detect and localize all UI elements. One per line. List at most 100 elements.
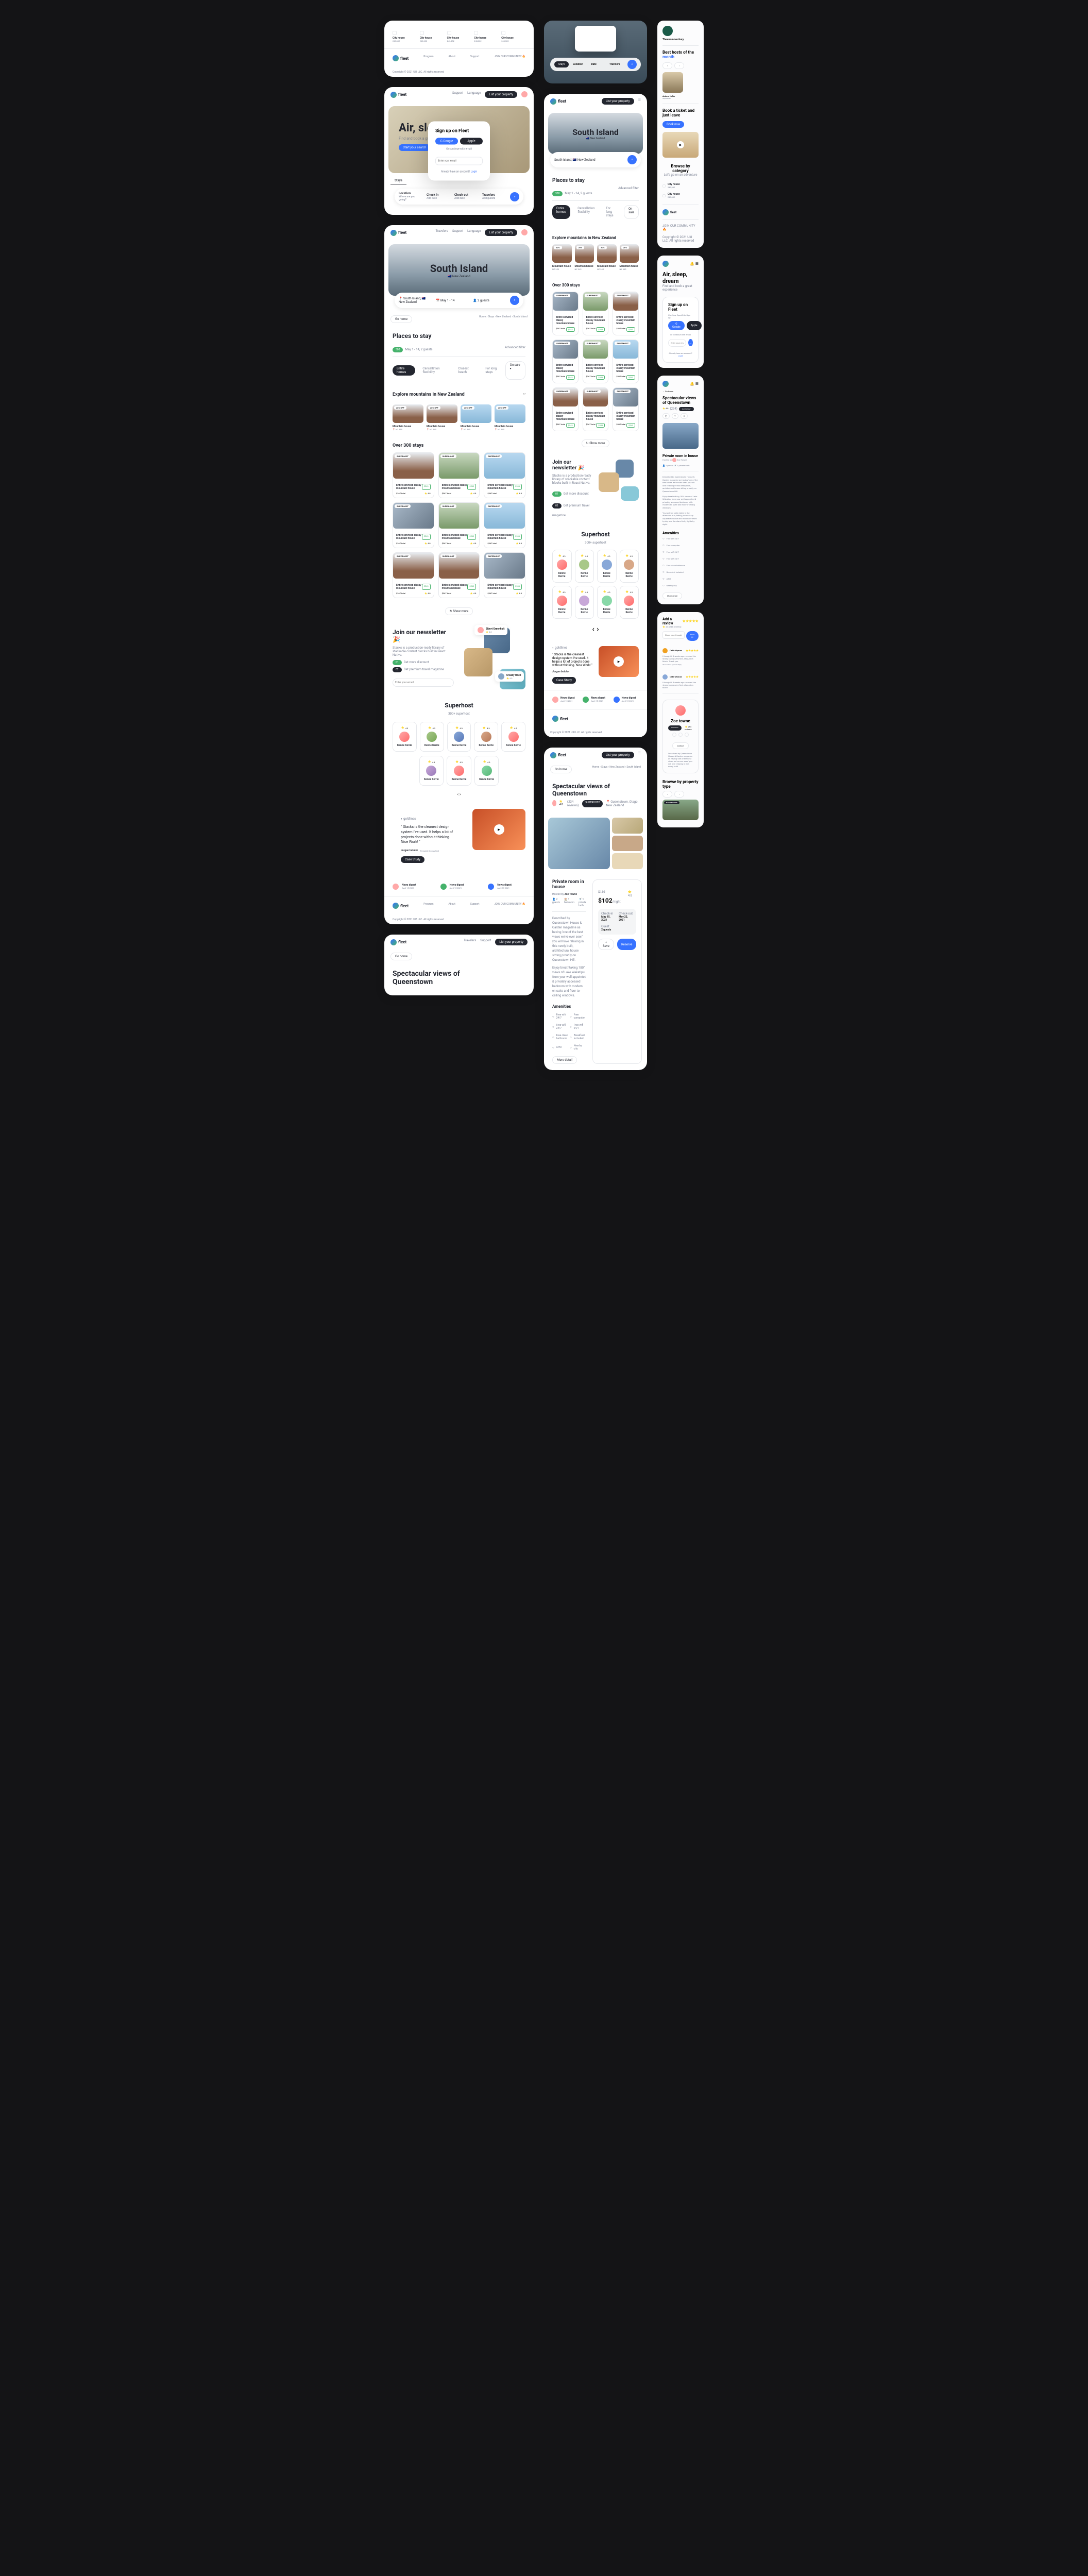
stay-card[interactable]: SUPERHOSTEntire serviced classy mountain… <box>438 552 480 598</box>
stay-card[interactable]: SUPERHOSTEntire serviced classy mountain… <box>484 452 525 498</box>
host-tile[interactable]: Antone HellerGaylordside <box>662 72 683 99</box>
stay-card[interactable]: SUPERHOSTEntire serviced classy mountain… <box>438 502 480 548</box>
stay-card[interactable]: SUPERHOSTEntire serviced classy mountain… <box>552 387 579 431</box>
search-date[interactable]: 📅 May 1 - 14 <box>436 299 468 302</box>
stay-card[interactable]: SUPERHOSTEntire serviced classy mountain… <box>484 552 525 598</box>
explore-card[interactable]: 20%Mountain houseNZ 345 <box>620 244 639 270</box>
more-detail-button[interactable]: More detail <box>552 1056 577 1064</box>
stay-card[interactable]: SUPERHOSTEntire serviced classy mountain… <box>484 502 525 548</box>
explore-card[interactable]: 20%Mountain houseNZ 345 <box>597 244 617 270</box>
host-card[interactable]: ⭐4.9Kenne Kerrie <box>474 756 499 786</box>
google-button[interactable]: G Google <box>435 138 458 145</box>
contact-button[interactable]: Contact <box>672 742 689 749</box>
stay-card[interactable]: SUPERHOSTEntire serviced classy mountain… <box>393 502 434 548</box>
logo[interactable]: fleet <box>550 98 566 105</box>
search-guests[interactable]: 👤 2 guests <box>473 299 505 302</box>
host-card[interactable]: ⭐4.9Kenne Kerrie <box>447 722 471 752</box>
logo[interactable]: fleet <box>390 230 406 236</box>
stay-card[interactable]: SUPERHOSTEntire serviced classy mountain… <box>613 292 639 335</box>
search-travelers[interactable]: TravelersAdd guests <box>482 193 505 200</box>
go-home-button[interactable]: Go home <box>390 315 412 323</box>
avatar[interactable] <box>521 229 528 235</box>
newsletter-input[interactable] <box>393 679 454 687</box>
explore-card[interactable]: 20%Mountain houseNZ 350 <box>552 244 572 270</box>
menu-icon[interactable]: ☰ <box>638 98 641 105</box>
host-card[interactable]: ⭐4.9Kenne Kerrie <box>552 550 572 583</box>
stay-card[interactable]: SUPERHOSTEntire serviced classy mountain… <box>438 452 480 498</box>
host-card[interactable]: ⭐4.9Kenne Kerrie <box>575 586 594 619</box>
tab-cancel[interactable]: Cancellation flexibility <box>418 365 451 376</box>
advanced-filter[interactable]: Advanced filter <box>505 346 525 349</box>
stay-card[interactable]: SUPERHOSTEntire serviced classy mountain… <box>552 340 579 383</box>
host-card[interactable]: ⭐4.9Kenne Kerrie <box>447 756 471 786</box>
search-button[interactable]: ⌕ <box>510 296 519 305</box>
stay-card[interactable]: SUPERHOSTEntire serviced classy mountain… <box>552 292 579 335</box>
logo[interactable]: fleet <box>390 92 406 98</box>
play-icon[interactable]: ▶ <box>494 824 504 835</box>
stay-card[interactable]: SUPERHOSTEntire serviced classy mountain… <box>583 387 609 431</box>
host-card[interactable]: ⭐4.9Kenne Kerrie <box>575 550 594 583</box>
category-item[interactable]: City house243,382 <box>447 31 471 42</box>
stay-card[interactable]: SUPERHOSTEntire serviced classy mountain… <box>613 387 639 431</box>
list-property-button[interactable]: List your property <box>602 98 634 105</box>
host-card[interactable]: ⭐4.9Kenne Kerrie <box>501 722 525 752</box>
go-home-button[interactable]: Go home <box>550 766 572 773</box>
tab-stays[interactable]: Stays <box>390 177 406 184</box>
video-thumbnail[interactable]: ▶ <box>472 809 525 850</box>
host-card[interactable]: ⭐4.9Kenne Kerrie <box>597 586 617 619</box>
save-button[interactable]: + Save <box>598 939 614 950</box>
host-card[interactable]: ⭐4.9Kenne Kerrie <box>552 586 572 619</box>
host-card[interactable]: ⭐4.9Kenne Kerrie <box>419 756 444 786</box>
tab[interactable]: For long stays <box>602 205 621 219</box>
host-card[interactable]: ⭐4.9Kenne Kerrie <box>597 550 617 583</box>
search-checkout[interactable]: Check outAdd date <box>454 193 477 200</box>
host-card[interactable]: ⭐4.9Kenne Kerrie <box>620 550 639 583</box>
search-button[interactable]: ⌕ <box>627 155 637 164</box>
explore-card[interactable]: 20%Mountain houseNZ 345 <box>575 244 594 270</box>
stay-card[interactable]: SUPERHOSTEntire serviced classy mountain… <box>613 340 639 383</box>
category-item[interactable]: City house243,382 <box>501 31 525 42</box>
tab-beach[interactable]: Closest beach <box>454 365 479 376</box>
tab-entire-homes[interactable]: Entire homes <box>393 365 415 376</box>
explore-card[interactable]: 20% OFFMountain house📍 NZ 350 <box>393 404 423 431</box>
host-card[interactable]: ⭐4.9Kenne Kerrie <box>393 722 417 752</box>
search-button[interactable]: ⌕ <box>627 60 637 69</box>
tab[interactable]: Cancellation flexibility <box>573 205 599 219</box>
stay-card[interactable]: SUPERHOSTEntire serviced classy mountain… <box>583 292 609 335</box>
explore-card[interactable]: 20% OFFMountain house📍 NZ 345 <box>461 404 491 431</box>
search-location[interactable]: LocationWhere are you going? <box>399 192 421 201</box>
search-location[interactable]: 📍 South Island, 🇳🇿 New Zealand <box>399 297 431 304</box>
search-button[interactable]: ⌕ <box>510 192 519 201</box>
stay-card[interactable]: SUPERHOSTEntire serviced classy mountain… <box>393 452 434 498</box>
list-property-button[interactable]: List your property <box>485 229 517 236</box>
category-item[interactable]: City house243,382 <box>420 31 444 42</box>
host-card[interactable]: ⭐4.9Kenne Kerrie <box>474 722 498 752</box>
tab[interactable]: Entire homes <box>552 205 570 219</box>
case-study-button[interactable]: Case Study <box>552 677 576 684</box>
explore-card[interactable]: 20% OFFMountain house📍 NZ 345 <box>427 404 457 431</box>
list-property-button[interactable]: List your property <box>495 939 528 945</box>
go-home-button[interactable]: Go home <box>390 953 412 960</box>
reserve-button[interactable]: Reserve <box>617 939 636 950</box>
tab-long[interactable]: For long stays <box>481 365 505 376</box>
video[interactable]: ▶ <box>599 646 639 677</box>
login-link[interactable]: Login <box>471 171 477 174</box>
show-more-button[interactable]: ↻ Show more <box>582 439 610 447</box>
sort-dropdown[interactable]: On sale ▾ <box>505 361 525 380</box>
search-checkin[interactable]: Check inAdd date <box>427 193 449 200</box>
host-card[interactable]: ⭐4.9Kenne Kerrie <box>420 722 444 752</box>
gallery[interactable] <box>548 818 643 869</box>
apple-button[interactable]: Apple <box>460 138 483 145</box>
host-card[interactable]: ⭐4.9Kenne Kerrie <box>620 586 639 619</box>
book-now-button[interactable]: Book now <box>662 121 684 128</box>
email-input[interactable] <box>435 157 483 165</box>
more-detail-button[interactable]: More detail <box>662 592 682 599</box>
logo[interactable]: fleet <box>390 939 406 945</box>
category-item[interactable]: City house243,382 <box>474 31 498 42</box>
avatar[interactable] <box>521 91 528 97</box>
stay-card[interactable]: SUPERHOSTEntire serviced classy mountain… <box>583 340 609 383</box>
explore-card[interactable]: 20% OFFMountain house📍 NZ 345 <box>495 404 525 431</box>
logo[interactable]: fleet <box>550 752 566 758</box>
category-item[interactable]: City house243,382 <box>393 31 417 42</box>
case-study-button[interactable]: Case Study <box>401 856 424 863</box>
